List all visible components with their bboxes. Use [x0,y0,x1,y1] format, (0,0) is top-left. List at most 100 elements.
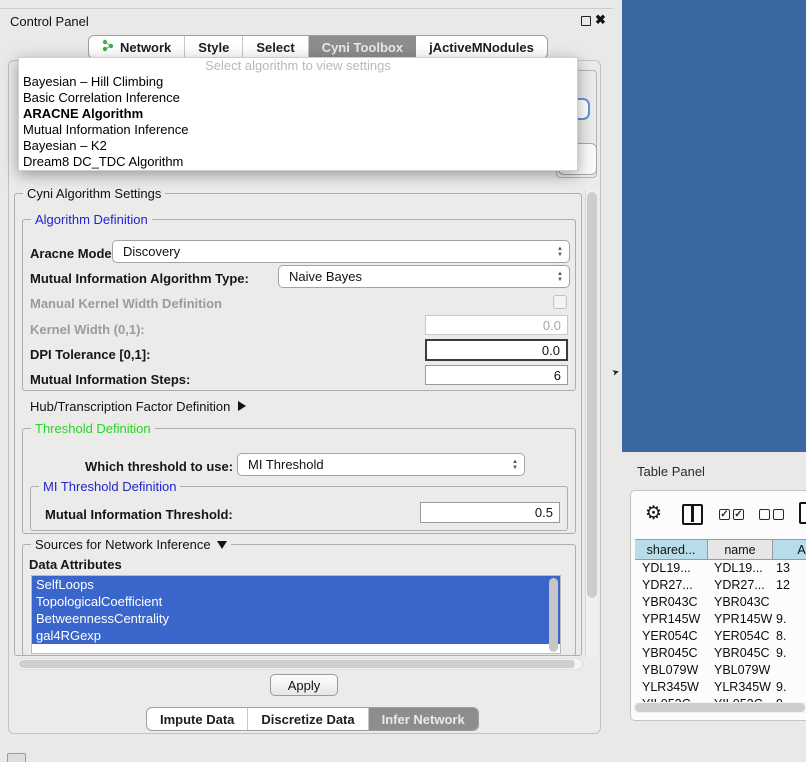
show-all-columns-icon[interactable]: ✓✓ [719,509,744,520]
mi-threshold-input[interactable]: 0.5 [420,502,560,523]
attribute-item-selected[interactable]: BetweennessCentrality [32,610,560,627]
cell: YPR145W [707,611,772,628]
gear-icon[interactable]: ⚙ [645,502,662,525]
algorithm-option-selected[interactable]: ARACNE Algorithm [19,106,577,122]
cell: YDR27... [707,577,772,594]
mi-steps-input[interactable]: 6 [425,365,568,385]
cell: YDL19... [635,560,707,577]
table-header-row: shared... name A [635,539,806,560]
cell: YLR345W [635,679,707,696]
tab-select[interactable]: Select [243,36,308,58]
mi-type-combo[interactable]: Naive Bayes ▲▼ [278,265,570,288]
tab-cyni-toolbox-label: Cyni Toolbox [322,40,403,55]
tab-impute-data[interactable]: Impute Data [147,708,248,730]
cell: YBR043C [635,594,707,611]
attributes-scrollbar[interactable] [549,578,558,652]
cell [772,662,806,679]
table-row[interactable]: YDL19...YDL19...13 [635,560,806,577]
tab-style[interactable]: Style [185,36,243,58]
columns-icon[interactable] [682,504,703,525]
tab-discretize-data[interactable]: Discretize Data [248,708,368,730]
cell: 9. [772,679,806,696]
sources-group: Sources for Network Inference Data Attri… [22,544,576,656]
hub-definition-toggle[interactable]: Hub/Transcription Factor Definition [30,399,246,414]
bottom-tabbar: Impute Data Discretize Data Infer Networ… [146,707,479,731]
manual-kernel-checkbox[interactable] [553,295,567,309]
data-attributes-label: Data Attributes [29,557,122,572]
export-table-icon[interactable] [799,502,806,524]
table-row[interactable]: YBR045CYBR045C9. [635,645,806,662]
data-attributes-list[interactable]: SelfLoops TopologicalCoefficient Between… [31,575,561,654]
algorithm-option[interactable]: Mutual Information Inference [19,122,577,138]
cell: YPR145W [635,611,707,628]
collapse-arrow-icon [217,541,227,549]
aracne-mode-combo[interactable]: Discovery ▲▼ [112,240,570,263]
scrollbar-thumb[interactable] [635,703,805,712]
tab-infer-network[interactable]: Infer Network [369,708,478,730]
sources-title[interactable]: Sources for Network Inference [31,537,231,552]
table-row[interactable]: YLR345WYLR345W9. [635,679,806,696]
tab-network[interactable]: Network [89,36,185,58]
which-threshold-combo[interactable]: MI Threshold ▲▼ [237,453,525,476]
column-header-shared-name[interactable]: shared... [635,540,708,559]
table-row[interactable]: YPR145WYPR145W9. [635,611,806,628]
table-row[interactable]: YBR043CYBR043C [635,594,806,611]
mi-threshold-value: 0.5 [535,505,553,520]
kernel-width-input[interactable]: 0.0 [425,315,568,335]
algorithm-option[interactable]: Basic Correlation Inference [19,90,577,106]
attribute-item-selected[interactable]: TopologicalCoefficient [32,593,560,610]
algorithm-option[interactable]: Bayesian – Hill Climbing [19,74,577,90]
table-row[interactable]: YBL079WYBL079W [635,662,806,679]
control-panel-tabbar: Network Style Select Cyni Toolbox jActiv… [88,35,548,59]
hide-all-columns-icon[interactable] [759,509,784,520]
float-panel-icon[interactable] [581,16,591,26]
attribute-item-selected[interactable]: gal4RGexp [32,627,560,644]
table-panel: ⚙ ✓✓ shared... name A YDL19...YDL19...13… [630,490,806,721]
tab-cyni-toolbox[interactable]: Cyni Toolbox [309,36,416,58]
table-horizontal-scrollbar[interactable] [633,702,806,713]
threshold-definition-title: Threshold Definition [31,421,155,436]
sources-title-label: Sources for Network Inference [35,537,211,552]
tab-impute-data-label: Impute Data [160,712,234,727]
attribute-item-selected[interactable]: SelfLoops [32,576,560,593]
mi-threshold-title: MI Threshold Definition [39,479,180,494]
column-header-partial[interactable]: A [773,540,806,559]
cell [772,594,806,611]
close-panel-icon[interactable]: ✖ [595,12,606,28]
algorithm-option[interactable]: Bayesian – K2 [19,138,577,154]
settings-horizontal-scrollbar[interactable] [16,658,583,670]
dpi-tolerance-label: DPI Tolerance [0,1]: [30,347,150,362]
minimized-panel-tab[interactable] [7,753,26,762]
table-row[interactable]: YDR27...YDR27...12 [635,577,806,594]
stepper-arrows-icon: ▲▼ [557,246,563,258]
scrollbar-thumb[interactable] [19,660,575,668]
cell: YBR045C [635,645,707,662]
cell: YBL079W [635,662,707,679]
cell: YER054C [707,628,772,645]
aracne-mode-label: Aracne Mode: [30,246,116,261]
algorithm-option[interactable]: Dream8 DC_TDC Algorithm [19,154,577,170]
tab-infer-network-label: Infer Network [382,712,465,727]
control-panel-title: Control Panel [10,14,89,29]
dpi-tolerance-input[interactable]: 0.0 [425,339,568,361]
column-header-name[interactable]: name [708,540,773,559]
network-icon [102,39,115,55]
hub-definition-label: Hub/Transcription Factor Definition [30,399,230,414]
algorithm-definition-title: Algorithm Definition [31,212,152,227]
cell: 13 [772,560,806,577]
cell: YDL19... [707,560,772,577]
table-body: YDL19...YDL19...13 YDR27...YDR27...12 YB… [635,560,806,713]
table-toolbar: ⚙ ✓✓ [631,497,806,533]
cell: YLR345W [707,679,772,696]
scrollbar-thumb[interactable] [587,192,597,598]
tab-jactivemnodules-label: jActiveMNodules [429,40,534,55]
apply-button[interactable]: Apply [270,674,338,696]
settings-vertical-scrollbar[interactable] [585,190,598,657]
kernel-width-value: 0.0 [543,318,561,333]
mi-steps-value: 6 [554,368,561,383]
tab-jactivemnodules[interactable]: jActiveMNodules [416,36,547,58]
manual-kernel-label: Manual Kernel Width Definition [30,296,222,311]
cell: 8. [772,628,806,645]
mi-type-value: Naive Bayes [289,269,362,284]
table-row[interactable]: YER054CYER054C8. [635,628,806,645]
